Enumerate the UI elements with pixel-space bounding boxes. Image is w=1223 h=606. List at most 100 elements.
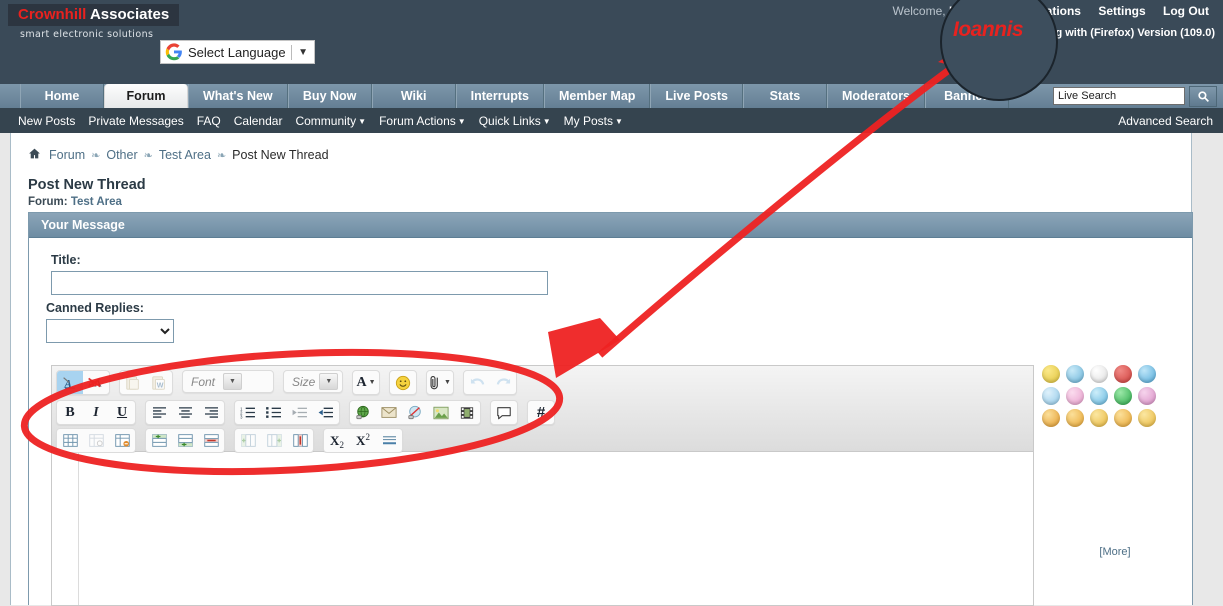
delete-column-icon[interactable] — [287, 429, 313, 452]
settings-link[interactable]: Settings — [1098, 4, 1145, 18]
insert-image-icon[interactable] — [428, 401, 454, 424]
insert-column-before-icon[interactable] — [235, 429, 261, 452]
chevron-down-icon[interactable]: ▼ — [298, 47, 308, 58]
remove-formatting-icon[interactable]: A — [57, 371, 83, 394]
toolbar-row-1: A AA W — [56, 370, 517, 395]
smiley-cool-icon[interactable] — [1042, 387, 1060, 405]
insert-video-icon[interactable] — [454, 401, 480, 424]
smiley-angry-icon[interactable] — [1114, 365, 1132, 383]
smiley-wink-blue-icon[interactable] — [1138, 365, 1156, 383]
subnav-private-messages[interactable]: Private Messages — [88, 114, 183, 128]
nav-tab-whats-new[interactable]: What's New — [188, 84, 288, 108]
smilies-icon[interactable] — [390, 371, 416, 394]
paste-icon[interactable] — [120, 371, 146, 394]
home-icon[interactable] — [28, 147, 41, 163]
subnav-new-posts[interactable]: New Posts — [18, 114, 75, 128]
site-header: Crownhill Associates smart electronic so… — [0, 0, 1223, 84]
smiley-sad-icon[interactable] — [1090, 409, 1108, 427]
more-smilies-link[interactable]: [More] — [1042, 546, 1188, 558]
nav-tab-forum[interactable]: Forum — [104, 84, 188, 108]
subscript-icon[interactable]: X2 — [324, 429, 350, 452]
attachment-icon[interactable]: ▼ — [427, 371, 453, 394]
nav-tab-live-posts[interactable]: Live Posts — [650, 84, 743, 108]
smiley-tongue-pink-icon[interactable] — [1066, 387, 1084, 405]
remove-link-icon[interactable] — [402, 401, 428, 424]
nav-tab-interrupts[interactable]: Interrupts — [455, 84, 544, 108]
smiley-happy-icon[interactable] — [1042, 365, 1060, 383]
smiley-laugh-icon[interactable] — [1066, 409, 1084, 427]
bold-icon[interactable]: B — [57, 401, 83, 424]
subnav-my-posts[interactable]: My Posts ▼ — [564, 114, 623, 128]
nav-tab-buy-now[interactable]: Buy Now — [287, 84, 372, 108]
nav-tab-member-map[interactable]: Member Map — [544, 84, 651, 108]
nav-tab-banned[interactable]: Banned — [925, 84, 1010, 108]
outdent-icon[interactable] — [287, 401, 313, 424]
indent-icon[interactable] — [313, 401, 339, 424]
smiley-content-icon[interactable] — [1138, 409, 1156, 427]
horizontal-rule-icon[interactable] — [376, 429, 402, 452]
align-left-icon[interactable] — [146, 401, 172, 424]
site-logo[interactable]: Crownhill Associates smart electronic so… — [8, 4, 180, 40]
breadcrumb-link-other[interactable]: Other — [106, 148, 137, 162]
message-body-area[interactable] — [52, 453, 1033, 605]
search-input[interactable] — [1053, 87, 1185, 105]
nav-tab-wiki[interactable]: Wiki — [371, 84, 456, 108]
underline-icon[interactable]: U — [109, 401, 135, 424]
insert-column-after-icon[interactable] — [261, 429, 287, 452]
superscript-icon[interactable]: X2 — [350, 429, 376, 452]
subnav-quick-links[interactable]: Quick Links ▼ — [479, 114, 551, 128]
delete-row-icon[interactable] — [198, 429, 224, 452]
smiley-blush-icon[interactable] — [1138, 387, 1156, 405]
font-size-select[interactable]: Size ▼ — [283, 370, 343, 393]
smiley-shocked-icon[interactable] — [1090, 365, 1108, 383]
align-right-icon[interactable] — [198, 401, 224, 424]
nav-tab-moderators[interactable]: Moderators — [826, 84, 926, 108]
forum-prefix-label: Forum: — [28, 196, 68, 208]
delete-table-icon[interactable] — [109, 429, 135, 452]
advanced-search-link[interactable]: Advanced Search — [1118, 108, 1213, 133]
subnav-forum-actions[interactable]: Forum Actions ▼ — [379, 114, 466, 128]
subnav-community[interactable]: Community ▼ — [295, 114, 366, 128]
insert-row-after-icon[interactable] — [172, 429, 198, 452]
insert-email-icon[interactable] — [376, 401, 402, 424]
unordered-list-icon[interactable] — [261, 401, 287, 424]
undo-icon[interactable] — [464, 371, 490, 394]
smiley-wink-icon[interactable] — [1090, 387, 1108, 405]
subnav-calendar[interactable]: Calendar — [234, 114, 283, 128]
font-color-icon[interactable]: A ▼ — [353, 371, 379, 394]
code-icon[interactable]: # — [528, 401, 554, 424]
forum-name-link[interactable]: Test Area — [71, 196, 122, 208]
align-center-icon[interactable] — [172, 401, 198, 424]
paste-from-word-icon[interactable]: W — [146, 371, 172, 394]
quote-icon[interactable] — [491, 401, 517, 424]
search-button[interactable] — [1189, 86, 1217, 107]
page-background: Forum ❧ Other ❧ Test Area ❧ Post New Thr… — [0, 133, 1223, 606]
redo-icon[interactable] — [490, 371, 516, 394]
chevron-down-icon: ▼ — [542, 116, 551, 126]
font-family-select[interactable]: Font ▼ — [182, 370, 274, 393]
smiley-grin-green-icon[interactable] — [1114, 387, 1132, 405]
insert-row-before-icon[interactable] — [146, 429, 172, 452]
table-properties-icon[interactable] — [83, 429, 109, 452]
thread-title-input[interactable] — [51, 271, 548, 295]
breadcrumb-link-forum[interactable]: Forum — [49, 148, 85, 162]
insert-table-icon[interactable] — [57, 429, 83, 452]
canned-replies-select[interactable] — [46, 319, 174, 343]
notifications-link[interactable]: Notifications — [1008, 4, 1081, 18]
smiley-tongue-icon[interactable] — [1114, 409, 1132, 427]
strip-font-styles-icon[interactable]: AA — [83, 371, 109, 394]
logout-link[interactable]: Log Out — [1163, 4, 1209, 18]
toolbar-group-history — [463, 370, 517, 395]
translate-divider — [291, 44, 293, 60]
nav-tab-home[interactable]: Home — [20, 84, 104, 108]
breadcrumb-link-test-area[interactable]: Test Area — [159, 148, 211, 162]
google-translate-widget[interactable]: Select Language ▼ — [160, 40, 315, 64]
italic-icon[interactable]: I — [83, 401, 109, 424]
subnav-faq[interactable]: FAQ — [197, 114, 221, 128]
nav-tab-stats[interactable]: Stats — [742, 84, 827, 108]
smiley-smirk-icon[interactable] — [1042, 409, 1060, 427]
message-editor: A AA W — [51, 365, 1034, 606]
smiley-confused-icon[interactable] — [1066, 365, 1084, 383]
ordered-list-icon[interactable]: 123 — [235, 401, 261, 424]
insert-link-icon[interactable] — [350, 401, 376, 424]
